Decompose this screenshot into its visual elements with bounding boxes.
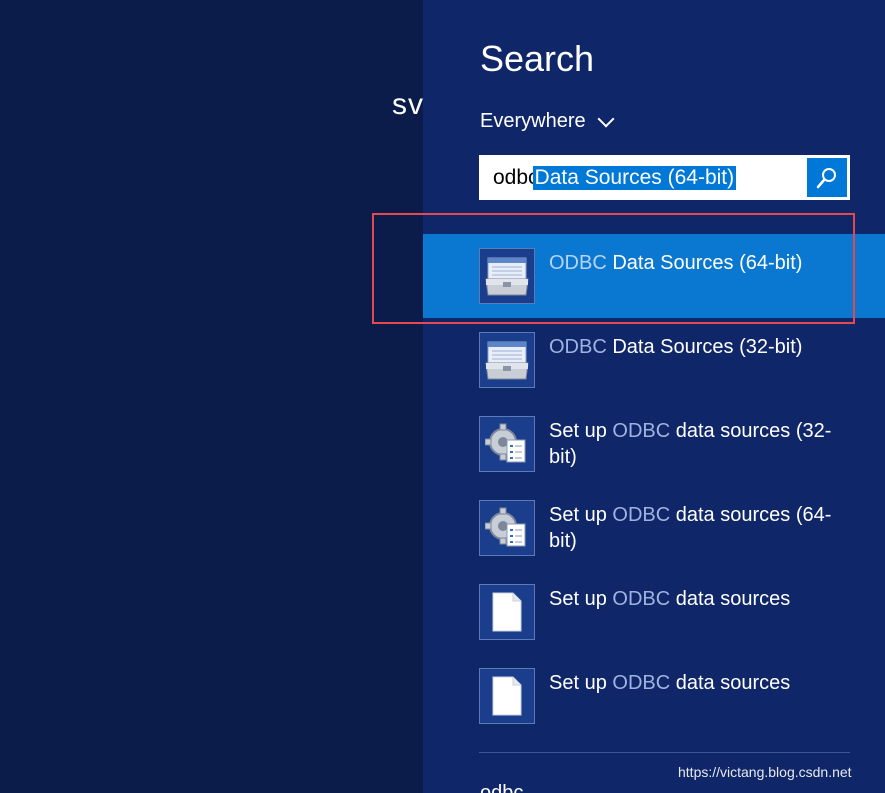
- search-input[interactable]: odbc Data Sources (64-bit): [479, 155, 850, 200]
- search-result-label: Set up ODBC data sources (64-bit): [549, 504, 832, 552]
- search-result-label: ODBC Data Sources (64-bit): [549, 252, 803, 274]
- search-result-odbc-64[interactable]: ODBC Data Sources (64-bit): [423, 234, 885, 318]
- web-search-suggestion[interactable]: odbc: [480, 780, 523, 793]
- search-result-label: ODBC Data Sources (32-bit): [549, 336, 803, 358]
- gear-checklist-icon: [479, 416, 535, 472]
- background-text: sv: [392, 88, 423, 121]
- scope-dropdown[interactable]: Everywhere: [480, 110, 615, 133]
- search-result-setup-odbc-2[interactable]: Set up ODBC data sources: [423, 654, 885, 738]
- search-query-autocomplete: Data Sources (64-bit): [532, 166, 737, 190]
- desktop-background: [0, 0, 423, 793]
- search-result-odbc-32[interactable]: ODBC Data Sources (32-bit): [423, 318, 885, 402]
- search-result-label: Set up ODBC data sources: [549, 588, 791, 610]
- search-icon: [816, 167, 836, 188]
- chevron-down-icon: [597, 110, 615, 127]
- search-result-label: Set up ODBC data sources: [549, 672, 791, 694]
- divider: [479, 752, 850, 753]
- toolbox-icon: [479, 332, 535, 388]
- watermark: https://victang.blog.csdn.net: [678, 764, 852, 780]
- search-result-setup-odbc-64[interactable]: Set up ODBC data sources (64-bit): [423, 486, 885, 570]
- gear-checklist-icon: [479, 500, 535, 556]
- search-button[interactable]: [807, 158, 847, 197]
- scope-label: Everywhere: [480, 110, 586, 132]
- search-result-label: Set up ODBC data sources (32-bit): [549, 420, 832, 468]
- search-result-setup-odbc[interactable]: Set up ODBC data sources: [423, 570, 885, 654]
- document-icon: [479, 668, 535, 724]
- toolbox-icon: [479, 248, 535, 304]
- search-title: Search: [480, 38, 595, 79]
- document-icon: [479, 584, 535, 640]
- search-result-setup-odbc-32[interactable]: Set up ODBC data sources (32-bit): [423, 402, 885, 486]
